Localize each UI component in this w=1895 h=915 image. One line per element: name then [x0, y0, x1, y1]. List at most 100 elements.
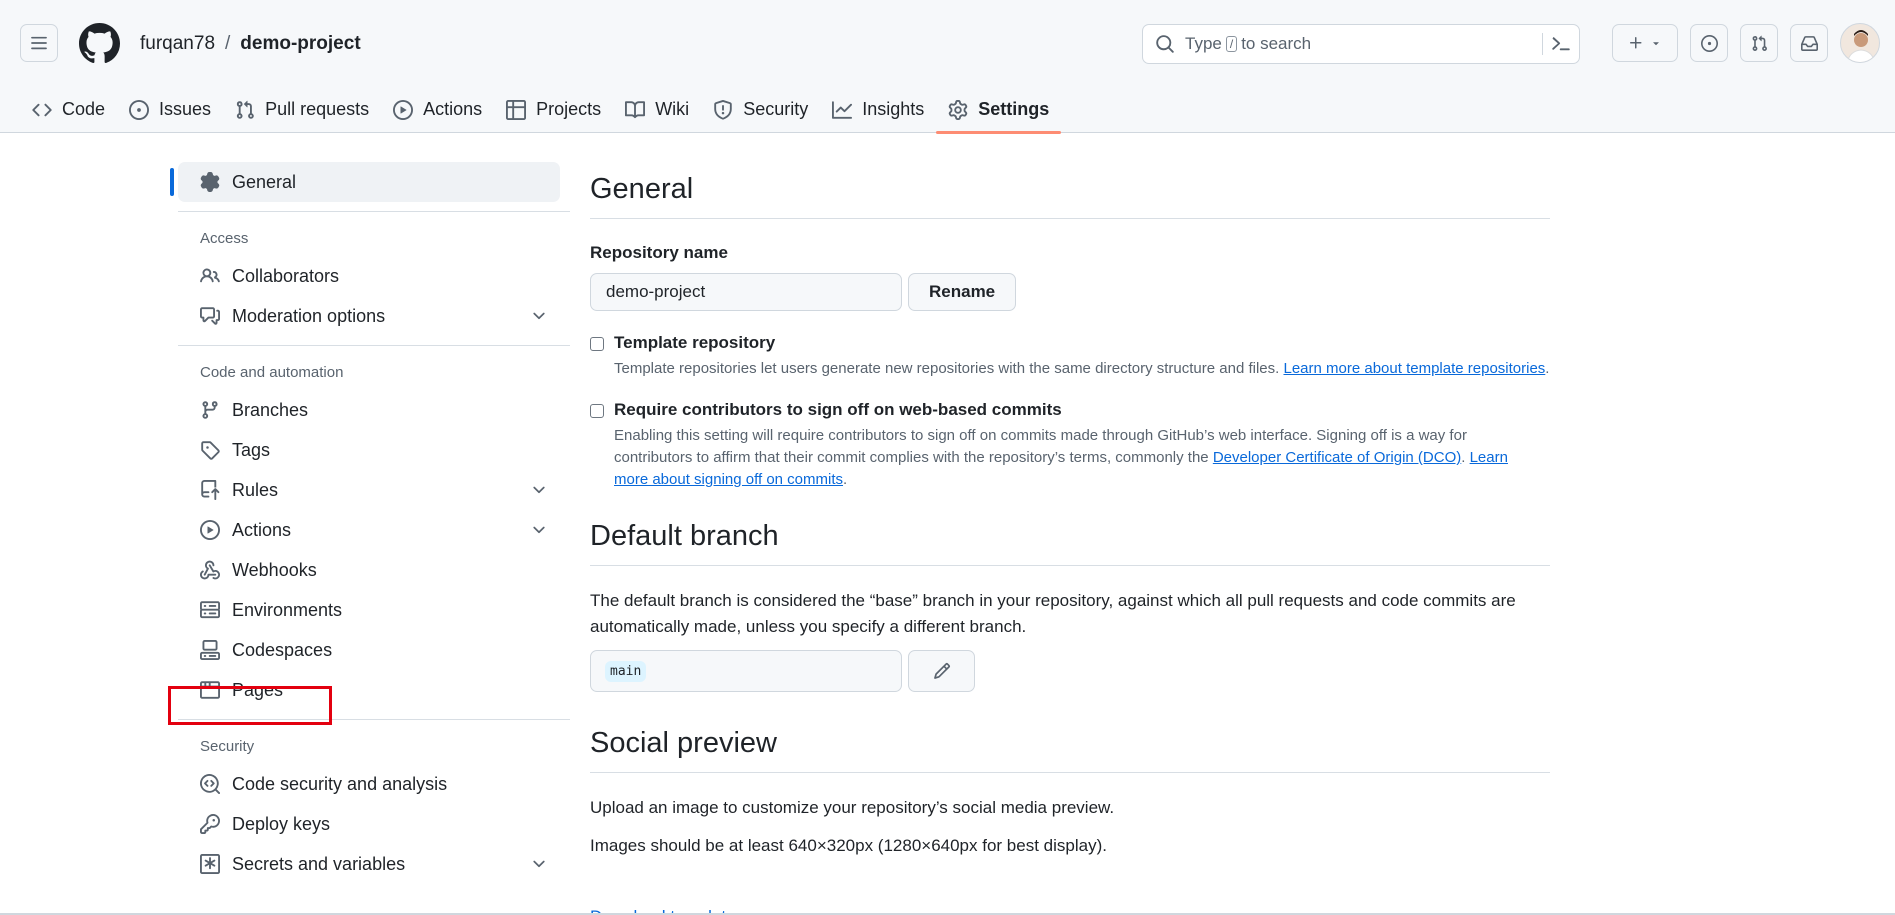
github-logo-icon[interactable]: [79, 23, 120, 64]
sidebar-item-deploy-keys[interactable]: Deploy keys: [178, 804, 570, 844]
sidebar-item-label: Environments: [232, 599, 343, 620]
avatar[interactable]: [1840, 23, 1880, 63]
sidebar-item-branches[interactable]: Branches: [178, 390, 570, 430]
repo-link[interactable]: demo-project: [240, 33, 360, 55]
rename-button[interactable]: Rename: [908, 273, 1017, 311]
create-new-button[interactable]: [1612, 24, 1678, 62]
sidebar-item-label: Deploy keys: [232, 813, 331, 834]
default-branch-row: main: [590, 650, 1550, 692]
plus-icon: [1630, 37, 1642, 49]
tab-pull-requests[interactable]: Pull requests: [223, 86, 381, 133]
chevron-down-icon: [533, 312, 545, 320]
pull-request-icon: [1752, 35, 1767, 51]
inbox-button[interactable]: [1790, 24, 1828, 62]
chevron-down-icon: [533, 486, 545, 494]
template-repository-checkbox[interactable]: [590, 337, 604, 351]
template-repository-option: Template repository Template repositorie…: [590, 333, 1550, 380]
breadcrumb-separator: /: [225, 33, 231, 54]
your-issues-button[interactable]: [1690, 24, 1728, 62]
sidebar-item-tags[interactable]: Tags: [178, 430, 570, 470]
menu-button[interactable]: [20, 24, 58, 62]
default-branch-desc: The default branch is considered the “ba…: [590, 591, 1516, 636]
sidebar-item-label: Moderation options: [232, 305, 386, 326]
tab-issues-label: Issues: [159, 99, 212, 119]
sidebar-item-collaborators[interactable]: Collaborators: [178, 256, 570, 296]
search-icon: [1156, 35, 1174, 53]
tab-settings[interactable]: Settings: [936, 86, 1062, 134]
default-branch-heading: Default branch: [590, 509, 1550, 566]
sidebar-item-rules[interactable]: Rules: [178, 470, 570, 510]
play-icon: [393, 99, 414, 120]
gear-icon: [949, 99, 968, 120]
pull-request-icon: [236, 100, 254, 119]
tab-settings-label: Settings: [978, 99, 1050, 119]
sidebar-item-actions[interactable]: Actions: [178, 510, 570, 550]
tab-projects[interactable]: Projects: [494, 86, 613, 133]
tab-security[interactable]: Security: [701, 86, 820, 133]
user-avatar-icon: [1846, 30, 1876, 62]
sidebar-item-label: General: [232, 171, 297, 192]
sidebar-item-label: Actions: [232, 519, 292, 540]
sidebar-item-code-security[interactable]: Code security and analysis: [178, 764, 570, 804]
search-input[interactable]: Type / to search: [1142, 24, 1580, 64]
breadcrumb: furqan78 / demo-project: [140, 33, 361, 55]
git-branch-icon: [202, 401, 218, 419]
inbox-icon: [1800, 35, 1818, 51]
tag-icon: [201, 441, 220, 460]
tab-projects-label: Projects: [536, 99, 602, 119]
settings-main: General Repository name demo-project Ren…: [590, 162, 1550, 859]
settings-sidebar: General Access Collaborators Moderation …: [170, 162, 570, 884]
repo-name-input[interactable]: demo-project: [590, 273, 902, 311]
search-placeholder-prefix: Type: [1185, 34, 1222, 53]
sidebar-item-label: Rules: [232, 479, 279, 500]
sidebar-item-secrets[interactable]: Secrets and variables: [178, 844, 570, 884]
codescan-icon: [200, 774, 220, 794]
template-repository-desc: Template repositories let users generate…: [614, 360, 1550, 377]
sidebar-item-environments[interactable]: Environments: [178, 590, 570, 630]
search-placeholder: Type / to search: [1185, 34, 1311, 54]
owner-link[interactable]: furqan78: [140, 33, 215, 55]
repo-name-row: demo-project Rename: [590, 273, 1550, 311]
code-icon: [32, 103, 52, 116]
tab-wiki-label: Wiki: [655, 99, 690, 119]
pencil-icon: [933, 663, 950, 679]
sidebar-item-label: Codespaces: [232, 639, 333, 660]
tab-actions-label: Actions: [423, 99, 483, 119]
shield-icon: [714, 99, 732, 120]
sidebar-item-general[interactable]: General: [170, 162, 560, 202]
your-pull-requests-button[interactable]: [1740, 24, 1778, 62]
tab-wiki[interactable]: Wiki: [613, 86, 701, 133]
tab-security-label: Security: [743, 99, 809, 119]
tab-issues[interactable]: Issues: [117, 86, 223, 133]
sidebar-item-label: Webhooks: [232, 559, 317, 580]
sidebar-item-webhooks[interactable]: Webhooks: [178, 550, 570, 590]
tab-insights[interactable]: Insights: [820, 86, 936, 133]
edit-default-branch-button[interactable]: [908, 650, 975, 692]
sidebar-item-label: Branches: [232, 399, 309, 420]
sidebar-item-label: Tags: [232, 439, 271, 460]
branch-name-tag: main: [605, 660, 647, 682]
sidebar-heading-code-automation: Code and automation: [200, 363, 344, 381]
template-learn-more-link[interactable]: Learn more about template repositories: [1283, 360, 1545, 377]
asterisk-icon: [200, 854, 220, 874]
book-icon: [625, 100, 646, 118]
sidebar-item-moderation[interactable]: Moderation options: [178, 296, 570, 336]
tab-code[interactable]: Code: [20, 86, 117, 133]
search-divider: [1542, 33, 1543, 55]
signoff-title: Require contributors to sign off on web-…: [614, 400, 1062, 419]
repo-push-icon: [201, 480, 220, 500]
tab-actions[interactable]: Actions: [381, 86, 494, 133]
caret-down-icon: [1653, 42, 1659, 46]
social-preview-size-note: Images should be at least 640×320px (128…: [590, 836, 1107, 855]
sidebar-item-label: Code security and analysis: [232, 773, 448, 794]
highlight-box: [168, 686, 332, 725]
gear-icon: [200, 172, 220, 192]
webhook-icon: [200, 560, 220, 580]
codespaces-icon: [200, 640, 220, 660]
top-bar: furqan78 / demo-project Type / to search: [0, 0, 1895, 86]
command-palette-icon[interactable]: [1551, 34, 1571, 54]
signoff-checkbox[interactable]: [590, 404, 604, 418]
dco-link[interactable]: Developer Certificate of Origin (DCO): [1213, 449, 1461, 466]
sidebar-item-codespaces[interactable]: Codespaces: [178, 630, 570, 670]
sidebar-item-label: Collaborators: [232, 265, 340, 286]
